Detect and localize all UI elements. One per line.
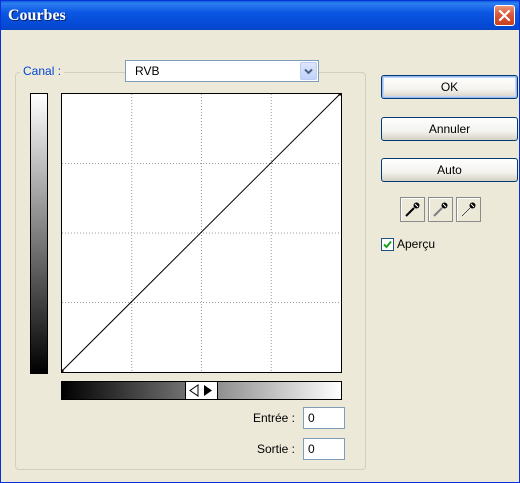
gradient-toggle[interactable] xyxy=(185,382,218,399)
channel-select-value: RVB xyxy=(135,64,160,78)
black-eyedropper-icon xyxy=(405,202,420,217)
output-gradient-bar xyxy=(30,93,48,374)
channel-select[interactable]: RVB xyxy=(125,60,319,82)
white-point-eyedropper-button[interactable] xyxy=(456,197,481,222)
output-field[interactable]: 0 xyxy=(303,438,345,460)
gray-eyedropper-icon xyxy=(433,202,448,217)
auto-button[interactable]: Auto xyxy=(381,158,518,182)
black-point-eyedropper-button[interactable] xyxy=(400,197,425,222)
input-label: Entrée : xyxy=(252,411,295,425)
white-eyedropper-icon xyxy=(461,202,476,217)
output-label: Sortie : xyxy=(256,442,295,456)
cancel-button[interactable]: Annuler xyxy=(381,117,518,141)
input-field[interactable]: 0 xyxy=(303,407,345,429)
ok-button[interactable]: OK xyxy=(381,75,518,99)
chevron-down-icon[interactable] xyxy=(300,62,317,80)
window-title: Courbes xyxy=(8,7,66,24)
preview-label[interactable]: Aperçu xyxy=(397,237,435,251)
close-button[interactable] xyxy=(494,5,515,26)
checkmark-icon xyxy=(383,240,392,249)
close-icon xyxy=(498,9,511,22)
curve-plot xyxy=(62,94,341,372)
curves-dialog: Courbes Canal : RVB Entrée : 0 Sortie : … xyxy=(0,0,520,483)
gradient-direction-icon xyxy=(189,384,212,397)
preview-checkbox[interactable] xyxy=(381,238,394,251)
channel-label: Canal : xyxy=(20,64,65,78)
tone-curve-line[interactable] xyxy=(62,94,341,372)
title-bar[interactable]: Courbes xyxy=(1,1,519,30)
curve-control-point[interactable] xyxy=(62,369,64,373)
curve-control-point[interactable] xyxy=(338,94,342,96)
gray-point-eyedropper-button[interactable] xyxy=(428,197,453,222)
curve-graph[interactable] xyxy=(61,93,342,373)
